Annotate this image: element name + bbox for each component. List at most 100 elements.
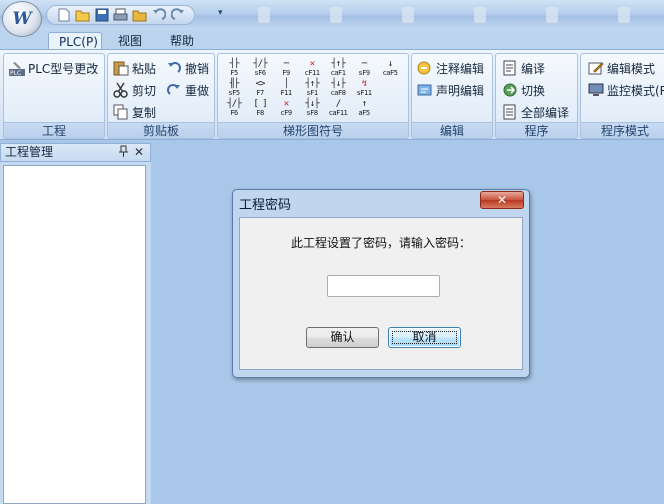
group-edit: 注释编辑 声明编辑 编辑 (411, 53, 493, 139)
ok-button[interactable]: 确认 (306, 327, 379, 348)
ladder-shortcut-label: caF1 (330, 69, 346, 77)
compile-label: 编译 (521, 61, 546, 76)
ladder-shortcut-label: F9 (282, 69, 290, 77)
menu-tabs: PLC(P) 视图 帮助 (0, 30, 664, 50)
ladder-symbol-button[interactable]: <> F7 (250, 79, 270, 99)
ladder-symbol-button[interactable]: ╢├ sF5 (224, 79, 244, 99)
paste-icon (113, 60, 129, 76)
statement-edit-button[interactable]: 声明编辑 (417, 80, 484, 100)
comment-edit-button[interactable]: 注释编辑 (417, 58, 484, 78)
compile-icon (502, 60, 518, 76)
comment-edit-icon (417, 60, 433, 76)
switch-label: 切换 (521, 83, 546, 98)
ladder-symbol-button[interactable]: ┤↑├ caF1 (328, 59, 348, 79)
ladder-shortcut-label: cF11 (304, 69, 320, 77)
switch-button[interactable]: 切换 (502, 80, 545, 100)
monitor-icon (588, 82, 604, 98)
ladder-symbol-button[interactable]: [ ] F8 (250, 99, 270, 119)
print-icon[interactable] (112, 7, 129, 23)
pin-icon[interactable] (119, 145, 128, 162)
password-dialog: 工程密码 ✕ 此工程设置了密码，请输入密码： 确认 取消 (232, 189, 530, 378)
tab-view[interactable]: 视图 (108, 32, 152, 50)
title-bar: W ▾ (0, 0, 664, 37)
plc-change-button[interactable]: PLC PLC型号更改 (9, 58, 98, 78)
project-panel-title: 工程管理 (5, 145, 54, 159)
open-folder-icon[interactable] (74, 7, 91, 23)
password-input[interactable] (327, 275, 440, 297)
ladder-symbol-button[interactable]: ─ sF9 (354, 59, 374, 79)
switch-icon (502, 82, 518, 98)
undo-label: 撤销 (185, 61, 210, 76)
qat-more-icon[interactable]: ▾ (218, 8, 223, 18)
blurred-icon (330, 7, 342, 23)
group-ladder-symbols: 梯形图符号 ┤├ F5 ┤/├ sF6 ─ F9 ✕ cF11 ┤↑├ caF1 ─ sF9 ↓ caF5… (217, 53, 409, 139)
plc-icon: PLC (9, 60, 25, 76)
compile-all-label: 全部编译 (521, 105, 570, 120)
focus-rect (392, 331, 457, 344)
folder-icon[interactable] (131, 7, 148, 23)
ladder-symbol-button[interactable]: ↓ caF5 (380, 59, 400, 79)
monitor-mode-label: 监控模式(R (607, 83, 664, 98)
project-panel-header: 工程管理 ✕ (0, 143, 151, 162)
ladder-shortcut-label: sF9 (358, 69, 370, 77)
blurred-icon (474, 7, 486, 23)
tab-help[interactable]: 帮助 (160, 32, 204, 50)
redo-button[interactable]: 重做 (166, 80, 209, 100)
ladder-shortcut-label: sF8 (306, 109, 318, 117)
scissors-icon (113, 82, 129, 98)
dialog-body: 此工程设置了密码，请输入密码： 确认 取消 (239, 217, 523, 370)
save-icon[interactable] (93, 7, 110, 23)
redo-icon (166, 82, 182, 98)
ladder-symbol-button[interactable]: ↯ sF11 (354, 79, 374, 99)
ladder-symbol-button[interactable]: │ F11 (276, 79, 296, 99)
ladder-symbol-button[interactable]: ┤↑├ sF1 (302, 79, 322, 99)
cut-button[interactable]: 剪切 (113, 80, 156, 100)
group-program: 编译 切换 全部编译 程序 (495, 53, 578, 139)
ladder-shortcut-label: sF11 (356, 89, 372, 97)
ladder-symbol-button[interactable]: ↑ aF5 (354, 99, 374, 119)
undo-icon[interactable] (150, 7, 167, 23)
pencil-icon (588, 60, 604, 76)
ladder-symbol-button[interactable]: ┤↓├ sF8 (302, 99, 322, 119)
app-logo[interactable]: W (2, 1, 42, 37)
dialog-prompt: 此工程设置了密码，请输入密码： (290, 236, 471, 250)
ladder-symbol-button[interactable]: / caF11 (328, 99, 348, 119)
statement-edit-label: 声明编辑 (436, 83, 485, 98)
edit-mode-button[interactable]: 编辑模式 (588, 58, 655, 78)
monitor-mode-button[interactable]: 监控模式(R (588, 80, 664, 100)
compile-button[interactable]: 编译 (502, 58, 545, 78)
ladder-shortcut-label: aF5 (358, 109, 370, 117)
edit-mode-label: 编辑模式 (607, 61, 656, 76)
ladder-symbol-button[interactable]: ┤/├ F6 (224, 99, 244, 119)
svg-text:PLC: PLC (10, 70, 21, 76)
group-label-edit: 编辑 (412, 122, 492, 138)
ladder-symbol-button[interactable]: ✕ cF11 (302, 59, 322, 79)
blurred-icon (258, 7, 270, 23)
quick-access-toolbar (46, 5, 195, 25)
ladder-shortcut-label: sF5 (228, 89, 240, 97)
copy-button[interactable]: 复制 (113, 102, 156, 122)
ladder-shortcut-label: F8 (256, 109, 264, 117)
dialog-close-button[interactable]: ✕ (480, 191, 524, 209)
ladder-symbol-button[interactable]: ┤↓├ caF8 (328, 79, 348, 99)
project-tree[interactable] (3, 165, 146, 504)
ladder-symbol-button[interactable]: ┤/├ sF6 (250, 59, 270, 79)
cancel-button[interactable]: 取消 (388, 327, 461, 348)
undo-button[interactable]: 撤销 (166, 58, 209, 78)
compile-all-button[interactable]: 全部编译 (502, 102, 569, 122)
new-file-icon[interactable] (55, 7, 72, 23)
ladder-symbol-button[interactable]: ✕ cF9 (276, 99, 296, 119)
dialog-title: 工程密码 (239, 198, 292, 213)
redo-icon[interactable] (169, 7, 186, 23)
ladder-symbol-button[interactable]: ┤├ F5 (224, 59, 244, 79)
ladder-shortcut-label: caF8 (330, 89, 346, 97)
ribbon: PLC PLC型号更改 工程 粘贴 撤销 剪切 重做 复制 剪贴板 梯形图符号 … (0, 49, 664, 140)
paste-button[interactable]: 粘贴 (113, 58, 156, 78)
cut-label: 剪切 (132, 83, 157, 98)
ladder-symbol-button[interactable]: ─ F9 (276, 59, 296, 79)
close-icon[interactable]: ✕ (134, 144, 144, 161)
tab-plc[interactable]: PLC(P) (48, 32, 102, 50)
statement-edit-icon (417, 82, 433, 98)
paste-label: 粘贴 (132, 61, 157, 76)
ok-label: 确认 (330, 330, 355, 344)
